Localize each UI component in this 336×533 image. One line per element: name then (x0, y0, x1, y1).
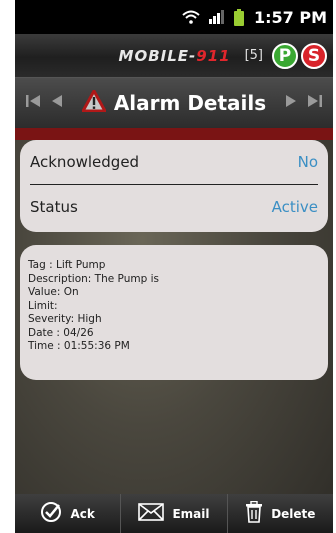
header-divider (15, 128, 333, 140)
acknowledged-label: Acknowledged (30, 153, 140, 171)
s-status-badge[interactable]: S (301, 42, 327, 69)
delete-button[interactable]: Delete (227, 494, 333, 533)
status-label: Status (30, 198, 78, 216)
tag-line: Tag : Lift Pump (28, 259, 106, 271)
page-title: Alarm Details (69, 89, 279, 117)
warning-icon (81, 89, 114, 117)
first-icon[interactable] (21, 92, 45, 115)
check-circle-icon (40, 501, 70, 526)
trash-icon (245, 500, 271, 526)
status-row[interactable]: Status Active (30, 185, 318, 229)
last-icon[interactable] (303, 92, 327, 115)
brand-bar: MOBILE-911 [5] P S (15, 34, 333, 78)
email-button[interactable]: Email (121, 494, 228, 533)
time-line: Time : 01:55:36 PM (28, 340, 130, 352)
date-line: Date : 04/26 (28, 326, 94, 339)
brand-logo: MOBILE-911 (118, 46, 231, 65)
alarm-count: [5] (244, 48, 263, 63)
acknowledged-value: No (297, 153, 318, 171)
prev-icon[interactable] (45, 92, 69, 115)
alarm-status-card: Acknowledged No Status Active (20, 140, 328, 232)
battery-icon (233, 8, 244, 26)
limit-line: Limit: (28, 299, 58, 312)
action-bar: Ack Email Delete (15, 494, 333, 533)
envelope-icon (138, 503, 172, 524)
status-time: 1:57 PM (253, 7, 327, 27)
wifi-icon (182, 10, 200, 24)
nav-bar: Alarm Details (15, 78, 333, 128)
description-line: Description: The Pump is (28, 272, 159, 285)
acknowledged-row[interactable]: Acknowledged No (30, 140, 318, 185)
status-value: Active (271, 198, 318, 216)
severity-line: Severity: High (28, 313, 102, 325)
p-status-badge[interactable]: P (272, 42, 298, 69)
ack-button[interactable]: Ack (15, 494, 122, 533)
phone-screen: 1:57 PM MOBILE-911 [5] P S Alarm Details (15, 0, 333, 533)
next-icon[interactable] (279, 92, 303, 115)
value-line: Value: On (28, 286, 79, 298)
status-bar: 1:57 PM (15, 0, 333, 34)
alarm-info-card: Tag : Lift Pump Description: The Pump is… (20, 245, 328, 380)
signal-icon (208, 10, 226, 24)
